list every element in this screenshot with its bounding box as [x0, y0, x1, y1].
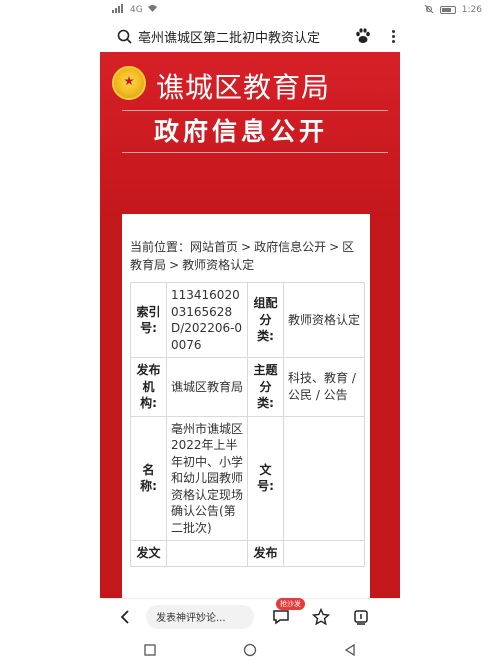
topic-label: 主题分类: — [247, 357, 284, 417]
issue-date-label: 发文 — [130, 540, 167, 567]
publish-date-label: 发布 — [247, 540, 284, 567]
index-number-value: 11341602003165628D/202206-00076 — [166, 282, 248, 358]
bottom-toolbar: 发表神评妙论... 抢沙发 — [100, 597, 400, 634]
breadcrumb-prefix: 当前位置： — [130, 240, 191, 254]
header-banner: 谯城区教育局 政府信息公开 — [100, 52, 400, 222]
title-label: 名称: — [130, 415, 167, 541]
nav-back-icon[interactable] — [340, 640, 360, 660]
metadata-table: 索引号: 11341602003165628D/202206-00076 组配分… — [130, 282, 365, 567]
content-card: 当前位置：网站首页 > 政府信息公开 > 区教育局 > 教师资格认定 索引号: 113416… — [122, 214, 370, 598]
search-icon[interactable] — [114, 26, 134, 46]
share-icon[interactable] — [348, 604, 374, 630]
table-row: 名称: 亳州市谯城区2022年上半年初中、小学和幼儿园教师资格认定现场确认公告(… — [130, 415, 365, 541]
divider — [122, 152, 388, 153]
back-icon[interactable] — [112, 604, 138, 630]
table-row: 索引号: 11341602003165628D/202206-00076 组配分… — [130, 282, 365, 358]
carrier-label: 4G — [130, 5, 143, 15]
paw-icon[interactable] — [354, 27, 372, 45]
comment-icon[interactable]: 抢沙发 — [268, 597, 305, 630]
index-number-label: 索引号: — [130, 282, 167, 358]
doc-number-value — [283, 415, 365, 541]
more-icon[interactable] — [386, 26, 400, 46]
divider — [122, 110, 388, 111]
breadcrumb: 当前位置：网站首页 > 政府信息公开 > 区教育局 > 教师资格认定 — [130, 238, 362, 274]
breadcrumb-item-home[interactable]: 网站首页 — [190, 240, 238, 254]
publisher-label: 发布机构: — [130, 357, 167, 417]
table-row: 发文 发布 — [130, 540, 365, 567]
clock: 1:26 — [461, 5, 482, 15]
topic-value: 科技、教育 / 公民 / 公告 — [283, 357, 365, 417]
signal-icon — [112, 4, 126, 16]
category-label: 组配分类: — [247, 282, 284, 358]
search-query[interactable]: 亳州谯城区第二批初中教资认定 — [138, 27, 348, 46]
org-name: 谯城区教育局 — [156, 71, 331, 104]
battery-icon — [439, 6, 456, 14]
breadcrumb-separator: > — [169, 258, 180, 272]
status-left: 4G — [112, 4, 158, 16]
browser-top-bar: 亳州谯城区第二批初中教资认定 — [100, 22, 400, 50]
status-right: 1:26 — [424, 4, 482, 17]
breadcrumb-separator: > — [241, 240, 252, 254]
page-viewport: 谯城区教育局 政府信息公开 当前位置：网站首页 > 政府信息公开 > 区教育局 > 教师资格… — [100, 52, 400, 598]
issue-date-value — [166, 540, 248, 567]
status-bar: 4G 1:26 — [0, 0, 500, 20]
wifi-icon — [147, 4, 158, 16]
breadcrumb-item-teacher-cert[interactable]: 教师资格认定 — [182, 258, 254, 272]
table-row: 发布机构: 谯城区教育局 主题分类: 科技、教育 / 公民 / 公告 — [130, 357, 365, 417]
national-emblem-icon — [112, 66, 146, 100]
doc-number-label: 文号: — [247, 415, 284, 541]
section-title: 政府信息公开 — [154, 117, 329, 146]
category-value: 教师资格认定 — [283, 282, 365, 358]
publisher-value: 谯城区教育局 — [166, 357, 248, 417]
comment-badge: 抢沙发 — [276, 597, 305, 610]
system-nav-bar — [100, 634, 400, 666]
breadcrumb-item-gov-info[interactable]: 政府信息公开 — [254, 240, 326, 254]
comment-input[interactable]: 发表神评妙论... — [146, 604, 254, 629]
home-icon[interactable] — [240, 640, 260, 660]
mute-icon — [424, 4, 434, 17]
breadcrumb-separator: > — [329, 240, 340, 254]
recents-icon[interactable] — [140, 640, 160, 660]
star-icon[interactable] — [308, 604, 334, 630]
publish-date-value — [283, 540, 365, 567]
title-value: 亳州市谯城区2022年上半年初中、小学和幼儿园教师资格认定现场确认公告(第二批次… — [166, 415, 248, 541]
